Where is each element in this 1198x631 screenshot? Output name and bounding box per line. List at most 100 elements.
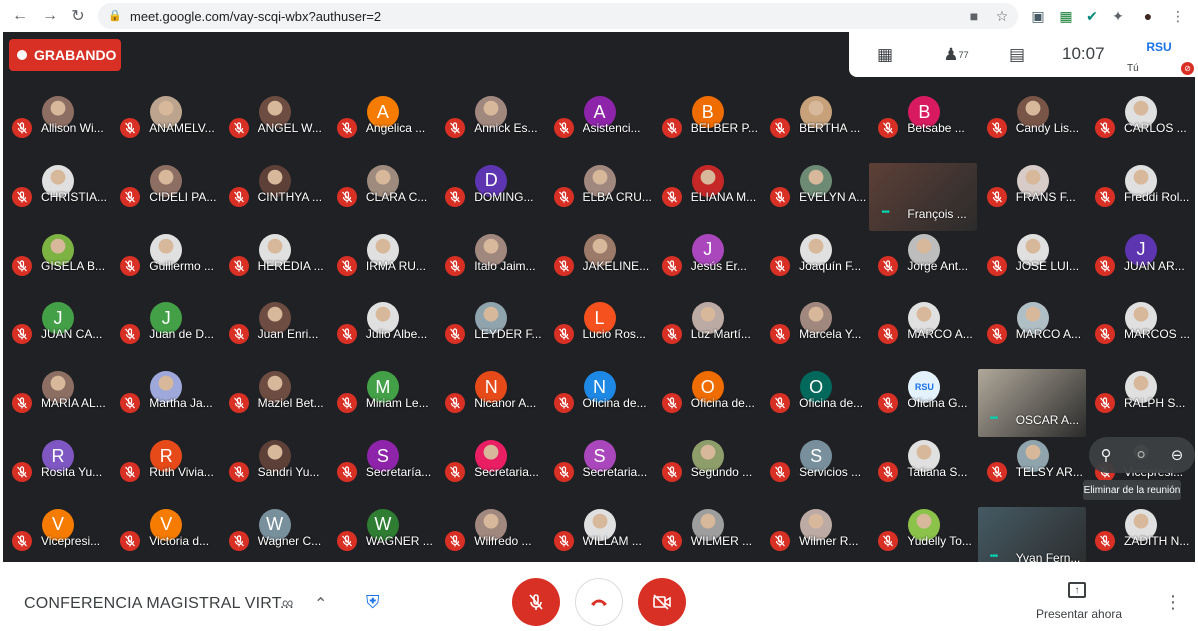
participant-tile[interactable]: GISELA B...	[3, 232, 111, 300]
participant-tile[interactable]: CARLOS ...	[1086, 94, 1194, 162]
participant-tile[interactable]: Joaquín F...	[761, 232, 869, 300]
self-thumbnail[interactable]: RSU	[1145, 40, 1173, 62]
camera-off-button[interactable]	[638, 578, 686, 626]
participant-tile[interactable]: CHRISTIA...	[3, 163, 111, 231]
participant-tile[interactable]: O Oficina de...	[761, 369, 869, 437]
participant-tile[interactable]: Jorge Ant...	[869, 232, 977, 300]
participant-tile[interactable]: Italo Jaim...	[436, 232, 544, 300]
participant-tile[interactable]: RSU Oficina G...	[869, 369, 977, 437]
participant-tile[interactable]: J JUAN AR...	[1086, 232, 1194, 300]
participant-tile[interactable]: Candy Lis...	[978, 94, 1086, 162]
participant-tile[interactable]: N Nicanor A...	[436, 369, 544, 437]
participant-tile[interactable]: S Secretaría...	[328, 438, 436, 506]
participant-tile[interactable]: JAKELINE...	[545, 232, 653, 300]
participant-tile[interactable]: WILLAM ...	[545, 507, 653, 562]
participant-tile[interactable]: S Secretaria...	[545, 438, 653, 506]
participant-tile[interactable]: W WAGNER ...	[328, 507, 436, 562]
address-bar[interactable]: 🔒 meet.google.com/vay-scqi-wbx?authuser=…	[98, 3, 1018, 29]
participant-tile[interactable]: Tatiana S...	[869, 438, 977, 506]
participant-tile[interactable]: HEREDIA ...	[220, 232, 328, 300]
arrow-right-icon[interactable]: →	[36, 2, 64, 30]
participant-tile[interactable]: ••• OSCAR A...	[977, 369, 1086, 438]
participant-tile[interactable]: Allison Wi...	[3, 94, 111, 162]
participant-tile[interactable]: ANAMELV...	[111, 94, 219, 162]
extension-check-icon[interactable]: ✔	[1080, 4, 1104, 28]
participant-tile[interactable]: ••• Yvan Fern...	[977, 506, 1086, 562]
arrow-left-icon[interactable]: ←	[6, 2, 34, 30]
participant-tile[interactable]: MARCO A...	[869, 300, 977, 368]
participant-tile[interactable]: MARCOS ...	[1086, 300, 1194, 368]
participant-tile[interactable]: Segundo ...	[653, 438, 761, 506]
participant-tile[interactable]: Martha Ja...	[111, 369, 219, 437]
meeting-title[interactable]: CONFERENCIA MAGISTRAL VIRT...	[24, 595, 294, 613]
participant-tile[interactable]: CLARA C...	[328, 163, 436, 231]
participant-tile[interactable]: CIDELI PA...	[111, 163, 219, 231]
participant-tile[interactable]: M Miriam Le...	[328, 369, 436, 437]
more-options-icon[interactable]: ⋮	[1164, 592, 1182, 613]
participant-tile[interactable]: WILMER ...	[653, 507, 761, 562]
star-icon[interactable]: ☆	[990, 4, 1014, 28]
participant-tile[interactable]: Maziel Bet...	[220, 369, 328, 437]
participant-tile[interactable]: Marcela Y...	[761, 300, 869, 368]
participant-tile[interactable]: B Betsabe ...	[869, 94, 977, 162]
participant-tile[interactable]: S Servicios ...	[761, 438, 869, 506]
participant-tile[interactable]: JOSE LUI...	[978, 232, 1086, 300]
participant-tile[interactable]: D DOMING...	[436, 163, 544, 231]
profile-avatar[interactable]: ●	[1136, 4, 1160, 28]
remove-icon[interactable]: ⊖	[1171, 446, 1184, 464]
participant-tile[interactable]: BERTHA ...	[761, 94, 869, 162]
participant-tile[interactable]: FRANS F...	[978, 163, 1086, 231]
extension-screencast-icon[interactable]: ▣	[1026, 4, 1050, 28]
participant-tile[interactable]: Secretaria...	[436, 438, 544, 506]
participant-tile[interactable]: Julio Albe...	[328, 300, 436, 368]
participant-tile[interactable]: A Asistenci...	[545, 94, 653, 162]
present-screen-icon[interactable]: ↑	[1068, 582, 1086, 598]
participant-tile[interactable]: R Ruth Vivia...	[111, 438, 219, 506]
participant-tile[interactable]: TELSY AR...	[978, 438, 1086, 506]
participant-tile[interactable]: Luz Martí...	[653, 300, 761, 368]
participant-tile[interactable]: N Oficina de...	[545, 369, 653, 437]
participant-tile[interactable]: V Vicepresi...	[3, 507, 111, 562]
participant-tile[interactable]: IRMA RU...	[328, 232, 436, 300]
chat-icon[interactable]: ▤	[1005, 44, 1029, 66]
chevron-up-icon[interactable]: ⌃	[314, 594, 327, 614]
participant-tile[interactable]: CINTHYA ...	[220, 163, 328, 231]
participant-tile[interactable]: W Wagner C...	[220, 507, 328, 562]
participant-tile[interactable]: ••• François ...	[869, 162, 978, 231]
participant-tile[interactable]: Juan Enri...	[220, 300, 328, 368]
participant-tile[interactable]: LEYDER F...	[436, 300, 544, 368]
participant-tile[interactable]: B BELBER P...	[653, 94, 761, 162]
participant-tile[interactable]: Yudelly To...	[869, 507, 977, 562]
present-now-button[interactable]: Presentar ahora	[1036, 607, 1122, 621]
participant-tile[interactable]: ZADITH N...	[1086, 507, 1194, 562]
participant-tile[interactable]: Sandri Yu...	[220, 438, 328, 506]
participant-tile[interactable]: ELBA CRU...	[545, 163, 653, 231]
camera-icon[interactable]: ■	[962, 4, 986, 28]
people-icon[interactable]: ♟ 77	[939, 44, 973, 66]
participant-tile[interactable]: ELIANA M...	[653, 163, 761, 231]
pin-icon[interactable]: ⚲	[1101, 446, 1112, 464]
participant-tile[interactable]: Wilfredo ...	[436, 507, 544, 562]
participant-tile[interactable]: J Juan de D...	[111, 300, 219, 368]
participant-tile[interactable]: Guillermo ...	[111, 232, 219, 300]
participant-tile[interactable]: O Oficina de...	[653, 369, 761, 437]
participant-tile[interactable]: EVELYN A...	[761, 163, 869, 231]
participant-tile[interactable]: MARCO A...	[978, 300, 1086, 368]
participant-tile[interactable]: MARIA AL...	[3, 369, 111, 437]
hang-up-button[interactable]	[575, 578, 623, 626]
extension-sheets-icon[interactable]: ▦	[1054, 4, 1078, 28]
participant-tile[interactable]: Annick Es...	[436, 94, 544, 162]
mic-off-icon[interactable]: ⚪	[1135, 446, 1148, 464]
participant-tile[interactable]: RALPH S...	[1086, 369, 1194, 437]
participant-tile[interactable]: A Angelica ...	[328, 94, 436, 162]
participant-tile[interactable]: ANGEL W...	[220, 94, 328, 162]
participant-tile[interactable]: L Lucio Ros...	[545, 300, 653, 368]
extensions-puzzle-icon[interactable]: ✦	[1106, 4, 1130, 28]
participant-tile[interactable]: J JUAN CA...	[3, 300, 111, 368]
participant-tile[interactable]: J Jesús Er...	[653, 232, 761, 300]
browser-menu-icon[interactable]: ⋮	[1166, 4, 1190, 28]
participant-tile[interactable]: Freddi Rol...	[1086, 163, 1194, 231]
link-icon[interactable]: ∞	[282, 595, 293, 613]
participant-tile[interactable]: V Victoria d...	[111, 507, 219, 562]
participant-tile[interactable]: Wilmer R...	[761, 507, 869, 562]
